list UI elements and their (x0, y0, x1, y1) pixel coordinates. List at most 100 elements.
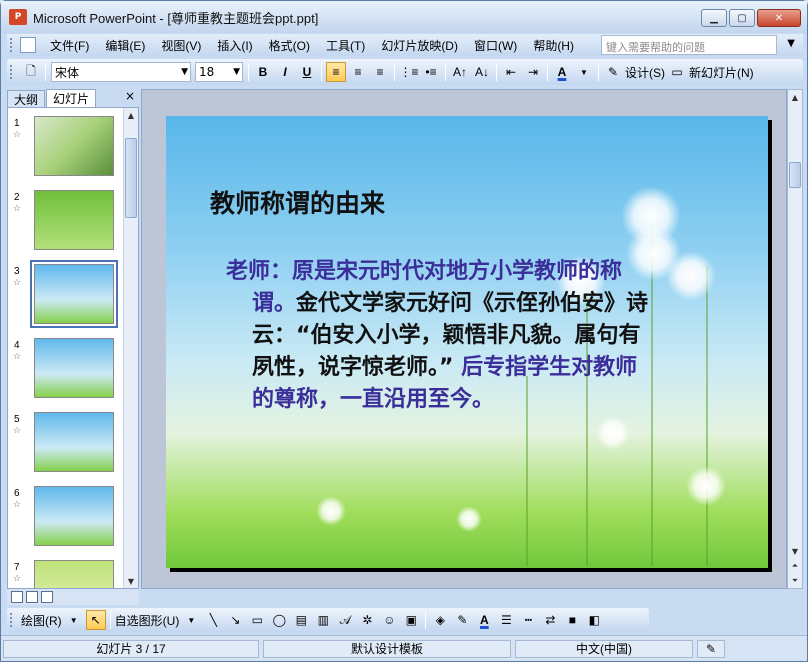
arrow-style-icon[interactable]: ⇄ (540, 610, 560, 630)
clipart-icon[interactable]: ☺ (379, 610, 399, 630)
arrow-icon[interactable]: ↘ (225, 610, 245, 630)
chevron-down-icon: ▼ (233, 67, 240, 77)
normal-view-icon[interactable] (11, 591, 23, 603)
thumbnail-item[interactable]: 2 ☆ (8, 190, 126, 252)
decrease-font-icon[interactable]: A↓ (472, 62, 492, 82)
thumbnail-item[interactable]: 3 ☆ (8, 260, 126, 328)
fill-color-icon[interactable]: ◈ (430, 610, 450, 630)
thumbnail-item[interactable]: 4 ☆ (8, 338, 126, 400)
align-center-icon[interactable]: ≡ (348, 62, 368, 82)
scrollbar-thumb[interactable] (789, 162, 801, 188)
bold-button[interactable]: B (253, 62, 273, 82)
previous-slide-icon[interactable]: ⏶ (788, 559, 802, 573)
new-slide-button[interactable]: 新幻灯片(N) (689, 62, 754, 82)
numbered-list-icon[interactable]: ⋮≡ (399, 62, 419, 82)
increase-indent-icon[interactable]: ⇥ (523, 62, 543, 82)
slide-thumbnail[interactable] (34, 116, 114, 176)
tab-outline[interactable]: 大纲 (7, 90, 46, 107)
menu-format[interactable]: 格式(O) (261, 37, 318, 54)
bullet-list-icon[interactable]: •≡ (421, 62, 441, 82)
dandelion-decoration (666, 251, 716, 301)
align-right-icon[interactable]: ≡ (370, 62, 390, 82)
slideshow-icon[interactable] (41, 591, 53, 603)
scroll-up-icon[interactable]: ▲ (124, 108, 138, 122)
new-document-icon[interactable]: 🗋 (21, 62, 41, 82)
line-color-icon[interactable]: ✎ (452, 610, 472, 630)
scroll-down-icon[interactable]: ▼ (788, 544, 802, 558)
thumbnail-item[interactable]: 5 ☆ (8, 412, 126, 474)
oval-icon[interactable]: ◯ (269, 610, 289, 630)
increase-font-icon[interactable]: A↑ (450, 62, 470, 82)
maximize-button[interactable]: ▢ (729, 9, 755, 27)
slide-sorter-icon[interactable] (26, 591, 38, 603)
textbox-icon[interactable]: ▤ (291, 610, 311, 630)
spellcheck-icon[interactable]: ✎ (697, 639, 725, 658)
slide-counter: 幻灯片 3 / 17 (3, 639, 259, 658)
slide-thumbnail[interactable] (34, 338, 114, 398)
decrease-indent-icon[interactable]: ⇤ (501, 62, 521, 82)
star-icon: ☆ (13, 426, 22, 436)
current-slide[interactable]: 教师称谓的由来 老师：原是宋元时代对地方小学教师的称谓。金代文学家元好问《示侄孙… (166, 116, 768, 568)
menu-tools[interactable]: 工具(T) (318, 37, 373, 54)
menu-slideshow[interactable]: 幻灯片放映(D) (373, 37, 466, 54)
menu-view[interactable]: 视图(V) (153, 37, 209, 54)
thumbnail-item[interactable]: 1 ☆ (8, 116, 126, 178)
menu-window[interactable]: 窗口(W) (466, 37, 525, 54)
thumbnail-scrollbar[interactable]: ▲ ▼ (123, 108, 138, 588)
font-size-select[interactable]: 18 ▼ (195, 62, 243, 82)
slide-thumbnail[interactable] (34, 560, 114, 588)
slide-thumbnail[interactable] (34, 412, 114, 472)
font-color-button[interactable]: A (552, 62, 572, 82)
vertical-textbox-icon[interactable]: ▥ (313, 610, 333, 630)
menu-file[interactable]: 文件(F) (42, 37, 97, 54)
slide-thumbnail[interactable] (34, 486, 114, 546)
thumbnail-item[interactable]: 7 ☆ (8, 560, 126, 588)
chevron-down-icon[interactable]: ▼ (181, 610, 201, 630)
3d-icon[interactable]: ◧ (584, 610, 604, 630)
draw-menu-button[interactable]: 绘图(R) (21, 610, 62, 630)
slide-body-text[interactable]: 老师：原是宋元时代对地方小学教师的称谓。金代文学家元好问《示侄孙伯安》诗云：“伯… (226, 256, 656, 416)
next-slide-icon[interactable]: ⏷ (788, 574, 802, 588)
select-pointer-icon[interactable]: ↖ (85, 610, 106, 630)
help-search-input[interactable]: 键入需要帮助的问题 (601, 35, 777, 55)
picture-icon[interactable]: ▣ (401, 610, 421, 630)
close-button[interactable]: ✕ (757, 9, 801, 27)
scroll-down-icon[interactable]: ▼ (124, 574, 138, 588)
minimize-button[interactable]: ▁ (701, 9, 727, 27)
menu-insert[interactable]: 插入(I) (209, 37, 260, 54)
design-button[interactable]: 设计(S) (625, 62, 665, 82)
document-icon[interactable] (20, 37, 36, 53)
italic-button[interactable]: I (275, 62, 295, 82)
scroll-up-icon[interactable]: ▲ (788, 90, 802, 104)
line-style-icon[interactable]: ☰ (496, 610, 516, 630)
toolbar-grip[interactable] (10, 65, 14, 79)
menu-help[interactable]: 帮助(H) (525, 37, 582, 54)
font-color-button[interactable]: A (474, 610, 494, 630)
slide-title[interactable]: 教师称谓的由来 (210, 184, 385, 220)
slide-thumbnail[interactable] (30, 260, 118, 328)
toolbar-grip[interactable] (10, 38, 14, 52)
chevron-down-icon[interactable]: ▼ (574, 62, 594, 82)
font-name-select[interactable]: 宋体 ▼ (51, 62, 191, 82)
dandelion-decoration (686, 466, 726, 506)
thumbnail-item[interactable]: 6 ☆ (8, 486, 126, 548)
toolbar-grip[interactable] (10, 613, 14, 627)
powerpoint-window: P Microsoft PowerPoint - [尊师重教主题班会ppt.pp… (0, 0, 808, 662)
diagram-icon[interactable]: ✲ (357, 610, 377, 630)
underline-button[interactable]: U (297, 62, 317, 82)
wordart-icon[interactable]: 𝒜 (335, 610, 355, 630)
chevron-down-icon[interactable]: ▼ (64, 610, 84, 630)
slide-thumbnail[interactable] (34, 190, 114, 250)
dash-style-icon[interactable]: ┅ (518, 610, 538, 630)
chevron-down-icon[interactable]: ▼ (787, 38, 795, 49)
menu-edit[interactable]: 编辑(E) (97, 37, 153, 54)
scrollbar-thumb[interactable] (125, 138, 137, 218)
autoshape-button[interactable]: 自选图形(U) (115, 610, 180, 630)
close-icon[interactable]: × (125, 89, 135, 103)
shadow-icon[interactable]: ■ (562, 610, 582, 630)
tab-slides[interactable]: 幻灯片 (46, 89, 97, 107)
slide-scrollbar[interactable]: ▲ ▼ ⏶ ⏷ (787, 89, 803, 589)
rectangle-icon[interactable]: ▭ (247, 610, 267, 630)
align-left-icon[interactable]: ≡ (326, 62, 346, 82)
line-icon[interactable]: ╲ (203, 610, 223, 630)
